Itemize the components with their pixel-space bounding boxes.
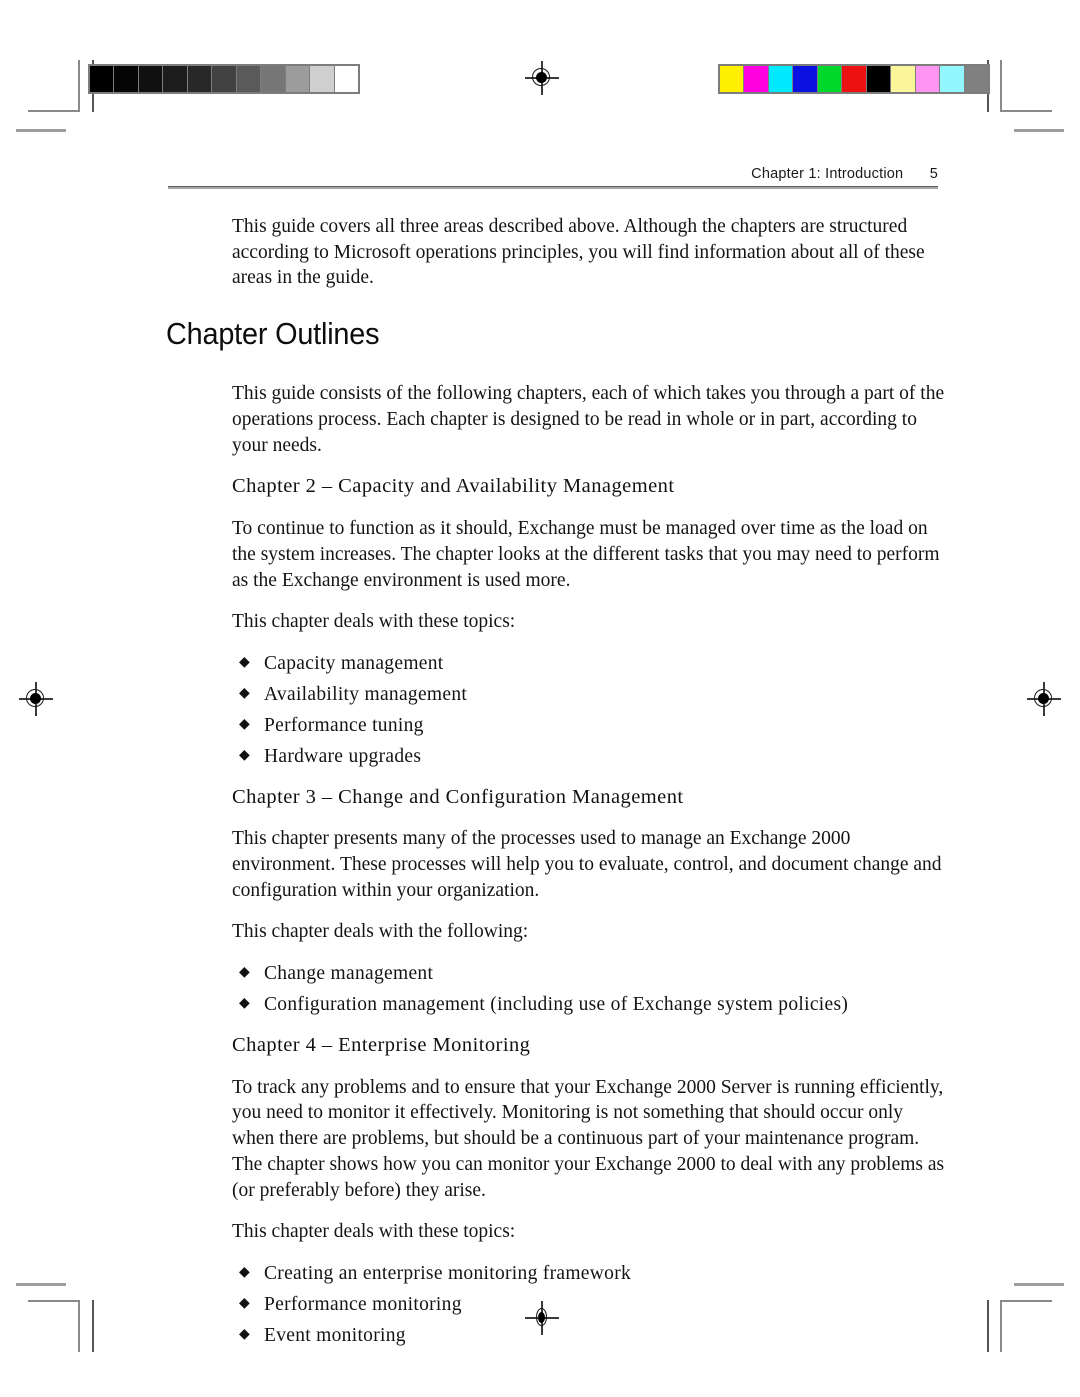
diamond-bullet-icon: ◆ [239, 996, 251, 1012]
diamond-bullet-icon: ◆ [239, 747, 251, 763]
color-patch-2 [768, 66, 793, 92]
color-patch-9 [940, 66, 964, 92]
list-item: ◆ Creating an enterprise monitoring frame… [232, 1261, 947, 1288]
crop-dash-top-right [1014, 129, 1064, 132]
header-rule [168, 186, 938, 189]
running-head: Chapter 1: Introduction 5 [168, 166, 938, 182]
intro-paragraph: This guide covers all three areas descri… [232, 216, 925, 289]
chapter-outline-list: Chapter 2 – Capacity and Availability Ma… [232, 474, 947, 1349]
chapter-subheading: Chapter 2 – Capacity and Availability Ma… [232, 475, 675, 498]
color-patch-3 [793, 66, 817, 92]
diamond-bullet-icon: ◆ [239, 654, 251, 670]
color-patch-4 [817, 66, 842, 92]
chapter-subheading: Chapter 3 – Change and Configuration Man… [232, 785, 684, 808]
diamond-bullet-icon: ◆ [239, 685, 251, 701]
bullet-list-intro: This chapter deals with these topics: [232, 611, 516, 633]
grayscale-patch-1 [114, 66, 138, 92]
color-patch-1 [744, 66, 768, 92]
list-item-label: Hardware upgrades [264, 745, 422, 767]
crop-tick-bottom-left [92, 1300, 94, 1352]
list-item-label: Configuration management (including use … [264, 994, 849, 1016]
color-patch-7 [891, 66, 915, 92]
topic-bullet-list: ◆ Capacity management ◆ Availability manage… [232, 651, 947, 771]
chapter-subheading: Chapter 4 – Enterprise Monitoring [232, 1033, 531, 1056]
document-body: This guide covers all three areas descri… [232, 214, 947, 1364]
crop-mark-bottom-right [1000, 1300, 1052, 1352]
crop-tick-bottom-right [987, 1300, 989, 1352]
grayscale-patch-4 [187, 66, 212, 92]
page-number: 5 [929, 166, 938, 182]
diamond-bullet-icon: ◆ [239, 1295, 251, 1311]
color-patch-8 [915, 66, 940, 92]
grayscale-patch-10 [334, 66, 358, 92]
grayscale-patch-9 [310, 66, 334, 92]
diamond-bullet-icon: ◆ [239, 716, 251, 732]
grayscale-patch-3 [163, 66, 187, 92]
list-item-label: Creating an enterprise monitoring framew… [264, 1263, 632, 1284]
grayscale-step-wedge [88, 64, 360, 94]
diamond-bullet-icon: ◆ [239, 965, 251, 981]
chapter-description: This chapter presents many of the proces… [232, 828, 942, 901]
grayscale-patch-8 [285, 66, 310, 92]
crop-dash-bottom-right [1014, 1283, 1064, 1286]
chapter-outline-section: Chapter 3 – Change and Configuration Man… [232, 785, 947, 1019]
chapter-outline-section: Chapter 2 – Capacity and Availability Ma… [232, 474, 947, 770]
list-item: ◆ Capacity management [232, 651, 947, 678]
list-item-label: Change management [264, 963, 434, 985]
color-patch-0 [720, 66, 744, 92]
color-patch-10 [964, 66, 988, 92]
list-item-label: Performance monitoring [264, 1293, 462, 1315]
crop-mark-top-right [1000, 60, 1052, 112]
process-color-control-bar [718, 64, 990, 94]
grayscale-patch-7 [261, 66, 285, 92]
chapter-description: To continue to function as it should, Ex… [232, 518, 940, 591]
topic-bullet-list: ◆ Creating an enterprise monitoring frame… [232, 1261, 947, 1350]
grayscale-patch-2 [138, 66, 163, 92]
diamond-bullet-icon: ◆ [239, 1326, 251, 1342]
crop-tick-top-right [987, 60, 989, 112]
bullet-list-intro: This chapter deals with these topics: [232, 1221, 516, 1243]
grayscale-patch-0 [90, 66, 114, 92]
diamond-bullet-icon: ◆ [239, 1265, 251, 1280]
outline-intro-paragraph: This guide consists of the following cha… [232, 383, 945, 456]
registration-mark-left-middle [19, 682, 53, 716]
registration-mark-top-center [525, 61, 559, 95]
list-item: ◆ Event monitoring [232, 1323, 947, 1350]
list-item: ◆ Hardware upgrades [232, 744, 947, 771]
color-patch-5 [842, 66, 866, 92]
list-item: ◆ Performance tuning [232, 713, 947, 740]
color-patch-6 [866, 66, 891, 92]
list-item-label: Event monitoring [264, 1324, 406, 1346]
list-item-label: Capacity management [264, 652, 444, 674]
list-item: ◆ Performance monitoring [232, 1292, 947, 1319]
crop-tick-top-left [92, 60, 94, 112]
grayscale-patch-5 [212, 66, 236, 92]
list-item-label: Performance tuning [264, 714, 424, 736]
bullet-list-intro: This chapter deals with the following: [232, 921, 529, 943]
crop-mark-bottom-left [28, 1300, 80, 1352]
grayscale-patch-6 [236, 66, 261, 92]
list-item-label: Availability management [264, 683, 468, 705]
registration-mark-right-middle [1027, 682, 1061, 716]
chapter-description: To track any problems and to ensure that… [232, 1076, 945, 1201]
crop-mark-top-left [28, 60, 80, 112]
running-head-chapter: Chapter 1: Introduction [751, 166, 904, 182]
topic-bullet-list: ◆ Change management ◆ Configuration managem… [232, 961, 947, 1019]
list-item: ◆ Change management [232, 961, 947, 988]
crop-dash-top-left [16, 129, 66, 132]
list-item: ◆ Configuration management (including use… [232, 992, 947, 1019]
crop-dash-bottom-left [16, 1283, 66, 1286]
section-title-spacer [232, 305, 947, 381]
chapter-outline-section: Chapter 4 – Enterprise Monitoring To trac… [232, 1033, 947, 1350]
list-item: ◆ Availability management [232, 682, 947, 709]
